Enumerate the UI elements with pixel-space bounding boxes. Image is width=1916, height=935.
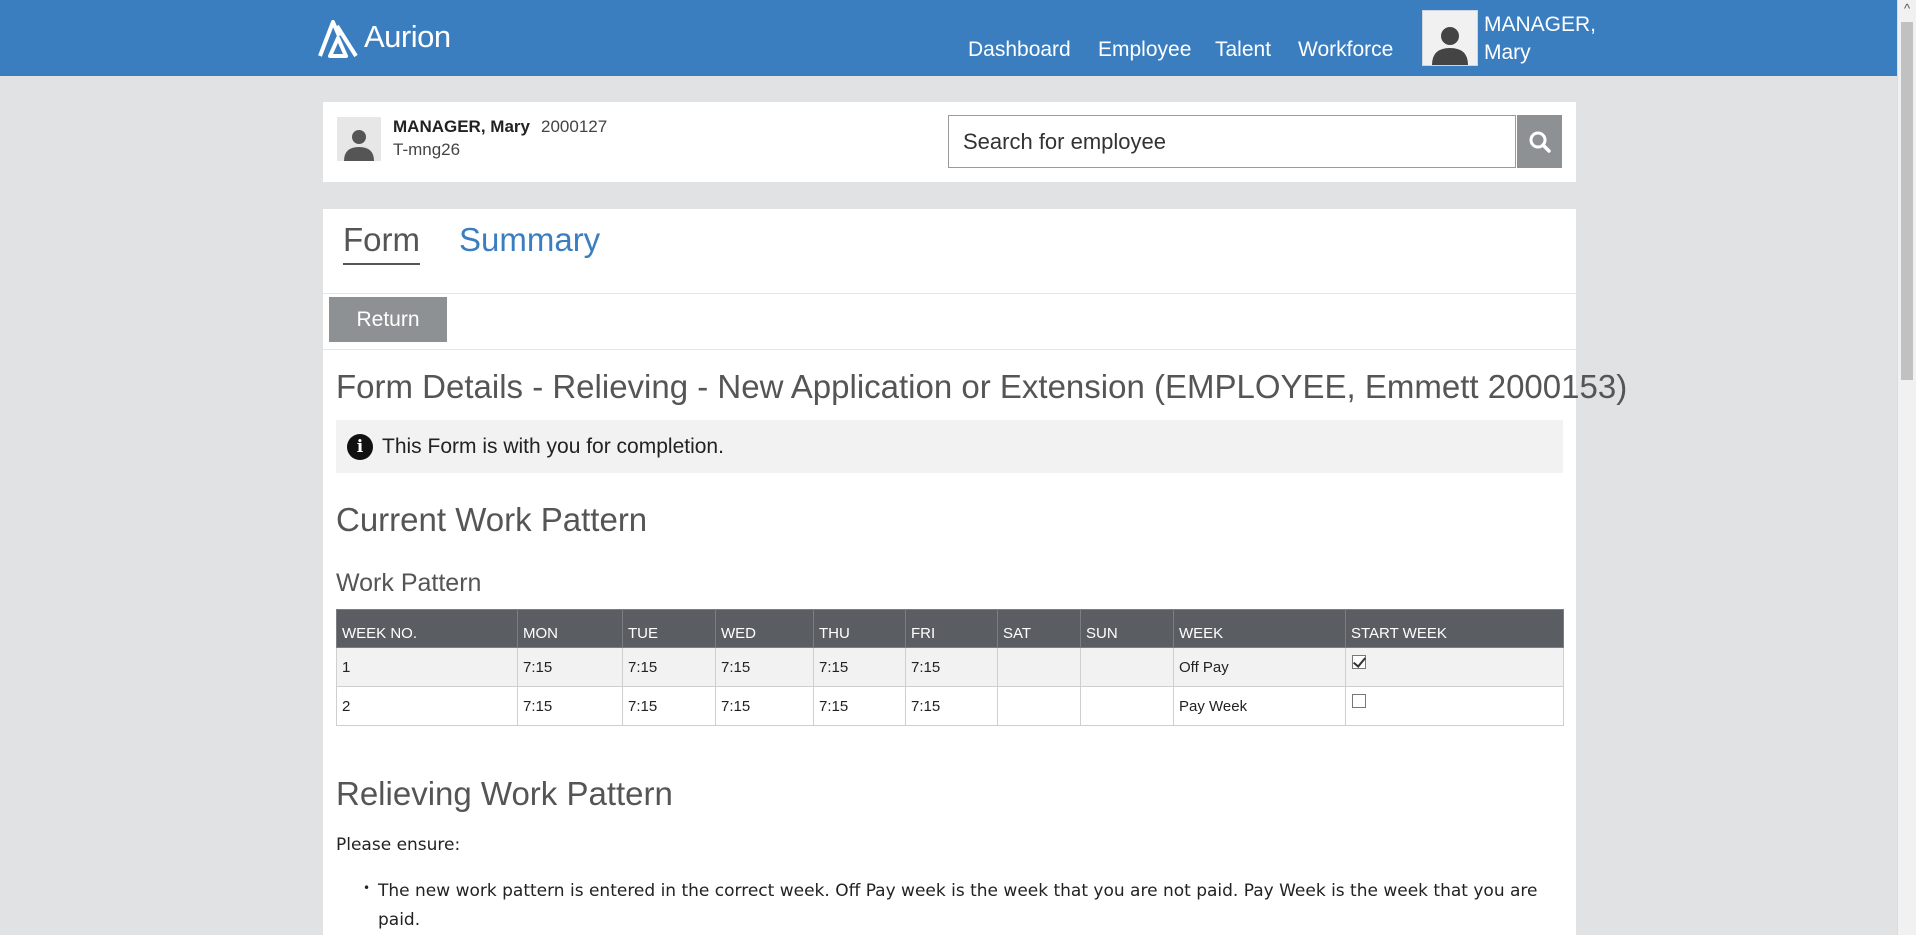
search-icon <box>1529 131 1551 153</box>
col-wed[interactable]: WED <box>715 609 814 648</box>
employee-card: MANAGER, Mary 2000127 T-mng26 <box>323 102 1576 182</box>
page-scrollbar[interactable]: ^ <box>1897 0 1916 935</box>
tab-form[interactable]: Form <box>343 221 420 265</box>
cell-week-no: 1 <box>336 647 518 687</box>
employee-code: T-mng26 <box>393 140 461 159</box>
nav-employee[interactable]: Employee <box>1098 38 1191 62</box>
user-menu[interactable]: MANAGER, Mary <box>1422 10 1596 67</box>
employee-search <box>948 115 1516 168</box>
table-header-row: WEEK NO. MON TUE WED THU FRI SAT SUN WEE… <box>336 609 1564 648</box>
return-button[interactable]: Return <box>329 297 447 342</box>
cell-tue: 7:15 <box>622 647 716 687</box>
start-week-checkbox[interactable] <box>1352 694 1366 708</box>
aurion-logo-icon <box>318 20 358 58</box>
ensure-label: Please ensure: <box>336 835 461 855</box>
table-row: 2 7:15 7:15 7:15 7:15 7:15 Pay Week <box>336 686 1564 726</box>
user-name-line1: MANAGER, <box>1484 13 1597 36</box>
employee-avatar-icon <box>337 117 381 161</box>
start-week-checkbox[interactable] <box>1352 655 1366 669</box>
brand-name: Aurion <box>364 19 451 54</box>
info-icon: i <box>347 433 373 460</box>
cell-start-week <box>1345 647 1564 687</box>
cell-start-week <box>1345 686 1564 726</box>
work-pattern-table: WEEK NO. MON TUE WED THU FRI SAT SUN WEE… <box>336 609 1564 726</box>
form-toolbar: Return <box>323 293 1576 350</box>
cell-week-no: 2 <box>336 686 518 726</box>
col-sat[interactable]: SAT <box>997 609 1081 648</box>
col-week-no[interactable]: WEEK NO. <box>336 609 518 648</box>
cell-sat <box>997 686 1081 726</box>
search-button[interactable] <box>1517 115 1562 168</box>
user-avatar-icon <box>1422 10 1478 66</box>
instruction-list: The new work pattern is entered in the c… <box>363 874 1553 935</box>
cell-mon: 7:15 <box>517 647 623 687</box>
cell-sun <box>1080 647 1174 687</box>
cell-fri: 7:15 <box>905 647 998 687</box>
cell-wed: 7:15 <box>715 647 814 687</box>
tab-summary[interactable]: Summary <box>459 221 600 263</box>
tab-bar: Form Summary <box>323 209 1576 294</box>
cell-wed: 7:15 <box>715 686 814 726</box>
cell-thu: 7:15 <box>813 686 906 726</box>
col-sun[interactable]: SUN <box>1080 609 1174 648</box>
nav-dashboard[interactable]: Dashboard <box>968 38 1071 62</box>
scroll-thumb[interactable] <box>1901 22 1913 380</box>
search-input[interactable] <box>949 116 1515 167</box>
cell-fri: 7:15 <box>905 686 998 726</box>
employee-name: MANAGER, Mary <box>393 117 530 136</box>
cell-sun <box>1080 686 1174 726</box>
employee-id: 2000127 <box>541 117 608 136</box>
nav-workforce[interactable]: Workforce <box>1298 38 1393 62</box>
scroll-up-icon[interactable]: ^ <box>1901 2 1913 16</box>
work-pattern-subheading: Work Pattern <box>336 569 482 597</box>
col-week[interactable]: WEEK <box>1173 609 1346 648</box>
cell-week: Off Pay <box>1173 647 1346 687</box>
cell-sat <box>997 647 1081 687</box>
col-thu[interactable]: THU <box>813 609 906 648</box>
page-title: Form Details - Relieving - New Applicati… <box>336 368 1628 405</box>
col-tue[interactable]: TUE <box>622 609 716 648</box>
top-bar: Aurion Dashboard Employee Talent Workfor… <box>0 0 1898 76</box>
info-text: This Form is with you for completion. <box>382 434 724 458</box>
col-start-week[interactable]: START WEEK <box>1345 609 1564 648</box>
relieving-work-pattern-heading: Relieving Work Pattern <box>336 775 673 812</box>
cell-week: Pay Week <box>1173 686 1346 726</box>
cell-thu: 7:15 <box>813 647 906 687</box>
table-row: 1 7:15 7:15 7:15 7:15 7:15 Off Pay <box>336 647 1564 687</box>
user-name: MANAGER, Mary <box>1484 11 1596 67</box>
cell-tue: 7:15 <box>622 686 716 726</box>
aurion-logo[interactable]: Aurion <box>316 16 451 58</box>
form-panel: Form Summary Return Form Details - Relie… <box>323 209 1627 935</box>
col-fri[interactable]: FRI <box>905 609 998 648</box>
current-work-pattern-heading: Current Work Pattern <box>336 501 648 538</box>
list-item: The new work pattern is entered in the c… <box>363 874 1553 935</box>
user-name-line2: Mary <box>1484 41 1531 64</box>
cell-mon: 7:15 <box>517 686 623 726</box>
info-banner: i This Form is with you for completion. <box>336 420 1563 473</box>
col-mon[interactable]: MON <box>517 609 623 648</box>
nav-talent[interactable]: Talent <box>1215 38 1271 62</box>
